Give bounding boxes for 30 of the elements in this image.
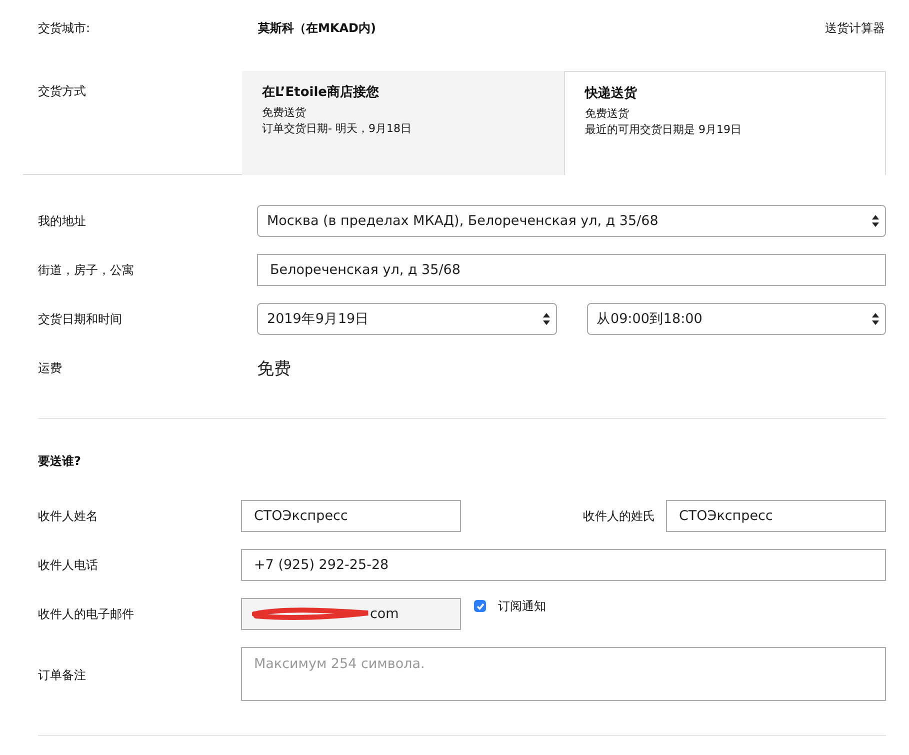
select-field[interactable]: Москва (в пределах МКАД), Белореченская ул, д 35/68 (257, 205, 886, 237)
order-note-field[interactable]: Максимум 254 символа. (241, 647, 886, 701)
checkbox-label: 订阅通知 (498, 598, 546, 615)
delivery-calculator-link[interactable]: 送货计算器 (825, 20, 885, 36)
field-label: 交货日期和时间 (38, 310, 123, 328)
input-field[interactable]: СТОЭкспресс (241, 500, 461, 532)
updown-arrows-icon (872, 215, 879, 227)
field-label: 收件人电话 (38, 556, 99, 574)
field-label: 街道，房子，公寓 (38, 262, 135, 278)
delivery-option[interactable]: 在L’Etoile商店接您 免费送货 订单交货日期- 明天，9月18日 (242, 71, 564, 175)
field-label: 我的地址 (38, 212, 87, 230)
field-label: 订单备注 (38, 667, 87, 684)
input-field[interactable]: СТОЭкспресс (666, 500, 886, 532)
subscribe-checkbox[interactable] (474, 600, 486, 612)
field-label: 收件人的电子邮件 (38, 606, 135, 622)
select-field[interactable]: 2019年9月19日 (257, 303, 556, 335)
updown-arrows-icon (542, 313, 550, 325)
field-label: 运费 (38, 360, 63, 376)
input-field[interactable]: Белореченская ул, д 35/68 (257, 254, 886, 286)
section-heading: 要送谁? (38, 453, 82, 470)
delivery-option[interactable]: 快递送货 免费送货 最近的可用交货日期是 9月19日 (564, 71, 886, 175)
shipping-cost: 免费 (257, 358, 291, 380)
input-field[interactable]: +7 (925) 292-25-28 (241, 549, 886, 581)
delivery-method-label: 交货方式 (38, 83, 87, 100)
city-value: 莫斯科（在MKAD内) (258, 20, 377, 36)
field-label: 收件人姓名 (38, 508, 99, 524)
city-label: 交货城市: (38, 20, 92, 36)
field-label: 收件人的姓氏 (583, 508, 655, 524)
updown-arrows-icon (872, 313, 879, 325)
select-field[interactable]: 从09:00到18:00 (586, 303, 886, 335)
